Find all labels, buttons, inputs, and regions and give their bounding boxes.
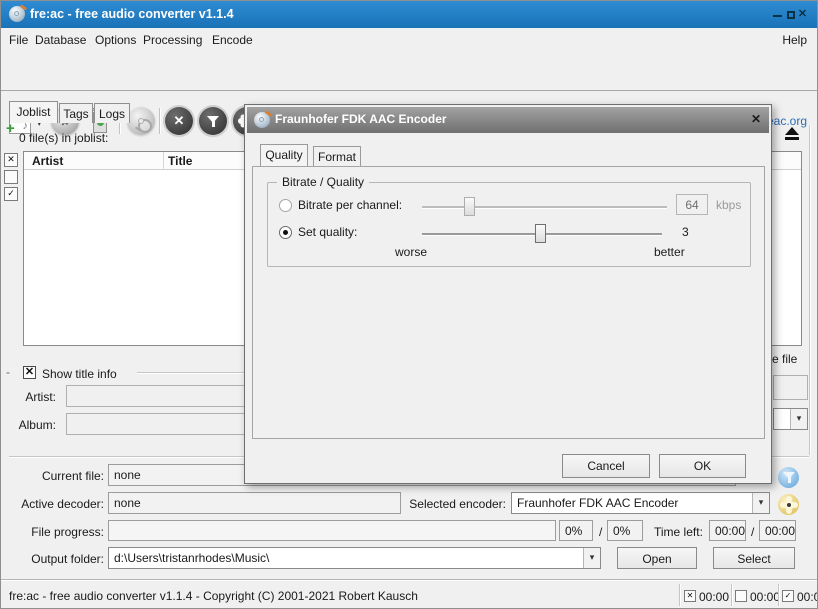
- time-total-box: 00:00: [759, 520, 796, 541]
- close-button[interactable]: ✕: [796, 8, 809, 20]
- statusbar-separator: [679, 584, 681, 606]
- right-panel-combo-fragment[interactable]: ▾: [773, 408, 808, 430]
- menu-help[interactable]: Help: [782, 33, 807, 47]
- quality-radio[interactable]: [279, 226, 292, 239]
- quality-value: 3: [682, 225, 689, 239]
- dialog-title: Fraunhofer FDK AAC Encoder: [275, 112, 447, 126]
- minimize-button[interactable]: [771, 9, 784, 21]
- output-folder-value: d:\Users\tristanrhodes\Music\: [114, 551, 269, 565]
- app-window: fre:ac - free audio converter v1.1.4 ✕ F…: [0, 0, 818, 609]
- artist-label: Artist:: [1, 390, 56, 404]
- bitrate-label: Bitrate per channel:: [298, 198, 402, 212]
- toggle-selection-button[interactable]: ✓: [4, 187, 18, 201]
- statusbar-separator: [778, 584, 780, 606]
- timer-remaining: 00:00: [750, 590, 780, 604]
- timer-total-icon: ✓: [782, 590, 794, 602]
- menu-options[interactable]: Options: [95, 33, 136, 47]
- time-left-label: Time left:: [654, 525, 703, 539]
- select-none-button[interactable]: [4, 170, 18, 184]
- statusbar-divider: [1, 579, 817, 581]
- joblist-count: 0 file(s) in joblist:: [19, 131, 108, 145]
- menu-file[interactable]: File: [9, 33, 28, 47]
- quality-slider-thumb[interactable]: [535, 224, 546, 243]
- current-file-label: Current file:: [1, 469, 104, 483]
- output-folder-label: Output folder:: [1, 552, 104, 566]
- tab-logs[interactable]: Logs: [94, 103, 130, 123]
- tab-joblist[interactable]: Joblist: [9, 101, 58, 123]
- window-title: fre:ac - free audio converter v1.1.4: [30, 7, 234, 21]
- bitrate-slider-thumb[interactable]: [464, 197, 475, 216]
- cancel-button[interactable]: Cancel: [562, 454, 650, 478]
- quality-label: Set quality:: [298, 225, 357, 239]
- show-title-info-checkbox[interactable]: ✕: [23, 366, 36, 379]
- album-label: Album:: [1, 418, 56, 432]
- column-header-artist[interactable]: Artist: [32, 154, 63, 168]
- processing-icon[interactable]: [199, 107, 227, 135]
- selected-encoder-label: Selected encoder:: [406, 497, 506, 511]
- chevron-down-icon[interactable]: ▾: [752, 493, 769, 513]
- output-folder-combo[interactable]: d:\Users\tristanrhodes\Music\ ▾: [108, 547, 601, 569]
- worse-label: worse: [395, 245, 427, 259]
- chevron-down-icon[interactable]: ▾: [583, 548, 600, 568]
- right-panel-label-fragment: e file: [772, 352, 797, 366]
- bitrate-slider[interactable]: [422, 206, 667, 209]
- slash-separator: /: [599, 525, 602, 539]
- dialog-icon: [254, 112, 270, 128]
- time-left-box: 00:00: [709, 520, 746, 541]
- ok-button[interactable]: OK: [659, 454, 746, 478]
- eject-button[interactable]: [782, 126, 804, 144]
- statusbar-separator: [731, 584, 733, 606]
- cddb-query-icon[interactable]: [127, 107, 155, 135]
- select-all-button[interactable]: ✕: [4, 153, 18, 167]
- active-decoder-label: Active decoder:: [1, 497, 104, 511]
- tab-tags[interactable]: Tags: [59, 103, 93, 123]
- menu-database[interactable]: Database: [35, 33, 86, 47]
- encoder-dialog: Fraunhofer FDK AAC Encoder ✕ Quality For…: [244, 104, 772, 484]
- column-header-title[interactable]: Title: [168, 154, 192, 168]
- collapse-handle[interactable]: -: [6, 365, 10, 379]
- encoder-settings-icon[interactable]: [778, 494, 799, 515]
- active-decoder-field: none: [108, 492, 401, 514]
- selected-encoder-combo[interactable]: Fraunhofer FDK AAC Encoder ▾: [511, 492, 770, 514]
- show-title-info-label: Show title info: [42, 367, 117, 381]
- selected-encoder-value: Fraunhofer FDK AAC Encoder: [517, 496, 678, 510]
- open-button[interactable]: Open: [617, 547, 697, 569]
- file-progress-bar: [108, 520, 556, 541]
- dialog-close-icon[interactable]: ✕: [751, 112, 761, 126]
- processing-config-icon[interactable]: [778, 467, 799, 488]
- select-button[interactable]: Select: [713, 547, 795, 569]
- slash-separator: /: [751, 525, 754, 539]
- timer-elapsed-icon: ✕: [684, 590, 696, 602]
- percent-total-box: 0%: [607, 520, 643, 541]
- menu-processing[interactable]: Processing: [143, 33, 202, 47]
- chevron-down-icon[interactable]: ▾: [790, 409, 807, 429]
- timer-remaining-icon: [735, 590, 747, 602]
- settings-icon[interactable]: ✕: [165, 107, 193, 135]
- group-title: Bitrate / Quality: [277, 175, 369, 189]
- bitrate-unit-label: kbps: [716, 198, 741, 212]
- toolbar-separator: [159, 108, 161, 134]
- timer-elapsed: 00:00: [699, 590, 729, 604]
- right-panel-field-fragment[interactable]: [773, 375, 808, 400]
- file-progress-label: File progress:: [1, 525, 104, 539]
- app-icon: [9, 6, 25, 22]
- dialog-titlebar: Fraunhofer FDK AAC Encoder ✕: [247, 107, 769, 133]
- menu-bar: File Database Options Processing Encode …: [1, 28, 817, 51]
- toolbar: + ♪ ▾ ♫ ✕ ▶ ▾ ✕ www.freac.org: [1, 51, 817, 91]
- percent-done-box: 0%: [559, 520, 593, 541]
- right-panel-divider: [809, 125, 811, 455]
- bitrate-radio[interactable]: [279, 199, 292, 212]
- better-label: better: [654, 245, 685, 259]
- menu-encode[interactable]: Encode: [212, 33, 253, 47]
- bitrate-value-field[interactable]: 64: [676, 194, 708, 215]
- dialog-tab-format[interactable]: Format: [313, 146, 361, 166]
- statusbar-text: fre:ac - free audio converter v1.1.4 - C…: [9, 589, 418, 603]
- dialog-tab-quality[interactable]: Quality: [260, 144, 308, 166]
- window-titlebar: fre:ac - free audio converter v1.1.4 ✕: [1, 1, 817, 28]
- timer-total: 00:00: [797, 590, 818, 604]
